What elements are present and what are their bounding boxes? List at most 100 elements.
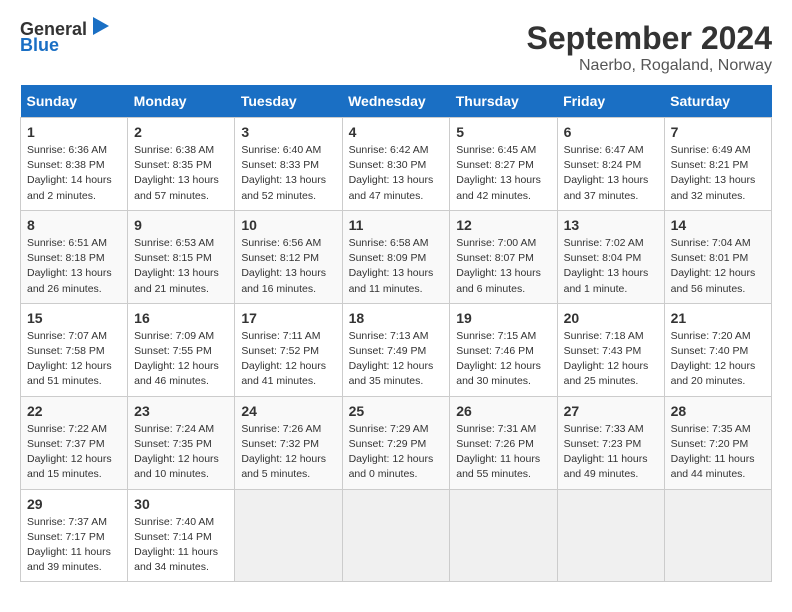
- day-info: Sunrise: 7:31 AMSunset: 7:26 PMDaylight:…: [456, 422, 550, 483]
- day-info: Sunrise: 7:09 AMSunset: 7:55 PMDaylight:…: [134, 329, 228, 390]
- table-row: 18 Sunrise: 7:13 AMSunset: 7:49 PMDayligh…: [342, 303, 450, 396]
- day-info: Sunrise: 7:04 AMSunset: 8:01 PMDaylight:…: [671, 236, 765, 297]
- day-info: Sunrise: 7:00 AMSunset: 8:07 PMDaylight:…: [456, 236, 550, 297]
- day-info: Sunrise: 7:22 AMSunset: 7:37 PMDaylight:…: [27, 422, 121, 483]
- day-info: Sunrise: 6:58 AMSunset: 8:09 PMDaylight:…: [349, 236, 444, 297]
- day-number: 3: [241, 124, 335, 140]
- calendar-week-2: 8 Sunrise: 6:51 AMSunset: 8:18 PMDaylight…: [21, 210, 772, 303]
- table-row: 12 Sunrise: 7:00 AMSunset: 8:07 PMDayligh…: [450, 210, 557, 303]
- day-info: Sunrise: 7:20 AMSunset: 7:40 PMDaylight:…: [671, 329, 765, 390]
- day-number: 21: [671, 310, 765, 326]
- day-info: Sunrise: 6:40 AMSunset: 8:33 PMDaylight:…: [241, 143, 335, 204]
- day-number: 18: [349, 310, 444, 326]
- day-info: Sunrise: 7:11 AMSunset: 7:52 PMDaylight:…: [241, 329, 335, 390]
- table-row: 4 Sunrise: 6:42 AMSunset: 8:30 PMDaylight…: [342, 118, 450, 211]
- day-info: Sunrise: 7:29 AMSunset: 7:29 PMDaylight:…: [349, 422, 444, 483]
- day-number: 7: [671, 124, 765, 140]
- table-row: 30 Sunrise: 7:40 AMSunset: 7:14 PMDayligh…: [128, 489, 235, 582]
- table-row: 13 Sunrise: 7:02 AMSunset: 8:04 PMDayligh…: [557, 210, 664, 303]
- day-number: 5: [456, 124, 550, 140]
- table-row: [235, 489, 342, 582]
- day-info: Sunrise: 7:13 AMSunset: 7:49 PMDaylight:…: [349, 329, 444, 390]
- day-number: 2: [134, 124, 228, 140]
- day-number: 4: [349, 124, 444, 140]
- calendar-week-5: 29 Sunrise: 7:37 AMSunset: 7:17 PMDayligh…: [21, 489, 772, 582]
- day-info: Sunrise: 7:07 AMSunset: 7:58 PMDaylight:…: [27, 329, 121, 390]
- calendar-table: Sunday Monday Tuesday Wednesday Thursday…: [20, 85, 772, 582]
- day-number: 8: [27, 217, 121, 233]
- table-row: 6Sunrise: 6:47 AMSunset: 8:24 PMDaylight…: [557, 118, 664, 211]
- table-row: 20 Sunrise: 7:18 AMSunset: 7:43 PMDayligh…: [557, 303, 664, 396]
- day-info: Sunrise: 6:45 AMSunset: 8:27 PMDaylight:…: [456, 143, 550, 204]
- header-tuesday: Tuesday: [235, 85, 342, 118]
- table-row: 1Sunrise: 6:36 AMSunset: 8:38 PMDaylight…: [21, 118, 128, 211]
- table-row: 22 Sunrise: 7:22 AMSunset: 7:37 PMDayligh…: [21, 396, 128, 489]
- table-row: 8 Sunrise: 6:51 AMSunset: 8:18 PMDaylight…: [21, 210, 128, 303]
- table-row: 19 Sunrise: 7:15 AMSunset: 7:46 PMDayligh…: [450, 303, 557, 396]
- table-row: 26 Sunrise: 7:31 AMSunset: 7:26 PMDayligh…: [450, 396, 557, 489]
- table-row: 11 Sunrise: 6:58 AMSunset: 8:09 PMDayligh…: [342, 210, 450, 303]
- calendar-week-4: 22 Sunrise: 7:22 AMSunset: 7:37 PMDayligh…: [21, 396, 772, 489]
- header-wednesday: Wednesday: [342, 85, 450, 118]
- day-number: 19: [456, 310, 550, 326]
- day-number: 17: [241, 310, 335, 326]
- day-info: Sunrise: 7:18 AMSunset: 7:43 PMDaylight:…: [564, 329, 658, 390]
- day-info: Sunrise: 6:53 AMSunset: 8:15 PMDaylight:…: [134, 236, 228, 297]
- day-number: 10: [241, 217, 335, 233]
- header-sunday: Sunday: [21, 85, 128, 118]
- day-number: 13: [564, 217, 658, 233]
- day-info: Sunrise: 6:38 AMSunset: 8:35 PMDaylight:…: [134, 143, 228, 204]
- day-number: 22: [27, 403, 121, 419]
- day-info: Sunrise: 7:40 AMSunset: 7:14 PMDaylight:…: [134, 515, 228, 576]
- table-row: 24 Sunrise: 7:26 AMSunset: 7:32 PMDayligh…: [235, 396, 342, 489]
- day-number: 12: [456, 217, 550, 233]
- day-info: Sunrise: 7:02 AMSunset: 8:04 PMDaylight:…: [564, 236, 658, 297]
- day-number: 25: [349, 403, 444, 419]
- day-number: 26: [456, 403, 550, 419]
- day-info: Sunrise: 7:26 AMSunset: 7:32 PMDaylight:…: [241, 422, 335, 483]
- day-info: Sunrise: 7:35 AMSunset: 7:20 PMDaylight:…: [671, 422, 765, 483]
- day-info: Sunrise: 7:37 AMSunset: 7:17 PMDaylight:…: [27, 515, 121, 576]
- table-row: 16 Sunrise: 7:09 AMSunset: 7:55 PMDayligh…: [128, 303, 235, 396]
- table-row: 3 Sunrise: 6:40 AMSunset: 8:33 PMDaylight…: [235, 118, 342, 211]
- day-number: 23: [134, 403, 228, 419]
- header-friday: Friday: [557, 85, 664, 118]
- day-number: 20: [564, 310, 658, 326]
- table-row: [450, 489, 557, 582]
- header-monday: Monday: [128, 85, 235, 118]
- header-thursday: Thursday: [450, 85, 557, 118]
- day-number: 29: [27, 496, 121, 512]
- calendar-week-3: 15 Sunrise: 7:07 AMSunset: 7:58 PMDayligh…: [21, 303, 772, 396]
- day-info: Sunrise: 6:51 AMSunset: 8:18 PMDaylight:…: [27, 236, 121, 297]
- day-number: 24: [241, 403, 335, 419]
- day-info: Sunrise: 6:36 AMSunset: 8:38 PMDaylight:…: [27, 143, 121, 204]
- day-number: 6: [564, 124, 658, 140]
- table-row: 7Sunrise: 6:49 AMSunset: 8:21 PMDaylight…: [664, 118, 771, 211]
- table-row: [664, 489, 771, 582]
- day-info: Sunrise: 6:42 AMSunset: 8:30 PMDaylight:…: [349, 143, 444, 204]
- table-row: [557, 489, 664, 582]
- logo: General Blue: [20, 20, 111, 56]
- day-number: 11: [349, 217, 444, 233]
- table-row: 9 Sunrise: 6:53 AMSunset: 8:15 PMDaylight…: [128, 210, 235, 303]
- day-number: 15: [27, 310, 121, 326]
- table-row: 17 Sunrise: 7:11 AMSunset: 7:52 PMDayligh…: [235, 303, 342, 396]
- day-number: 30: [134, 496, 228, 512]
- day-number: 9: [134, 217, 228, 233]
- table-row: 21 Sunrise: 7:20 AMSunset: 7:40 PMDayligh…: [664, 303, 771, 396]
- table-row: 25 Sunrise: 7:29 AMSunset: 7:29 PMDayligh…: [342, 396, 450, 489]
- table-row: 27Sunrise: 7:33 AMSunset: 7:23 PMDayligh…: [557, 396, 664, 489]
- table-row: 10 Sunrise: 6:56 AMSunset: 8:12 PMDayligh…: [235, 210, 342, 303]
- table-row: 29 Sunrise: 7:37 AMSunset: 7:17 PMDayligh…: [21, 489, 128, 582]
- table-row: [342, 489, 450, 582]
- day-info: Sunrise: 6:56 AMSunset: 8:12 PMDaylight:…: [241, 236, 335, 297]
- table-row: 2 Sunrise: 6:38 AMSunset: 8:35 PMDaylight…: [128, 118, 235, 211]
- table-row: 5 Sunrise: 6:45 AMSunset: 8:27 PMDaylight…: [450, 118, 557, 211]
- day-number: 16: [134, 310, 228, 326]
- logo-arrow-icon: [89, 15, 111, 37]
- day-info: Sunrise: 7:33 AMSunset: 7:23 PMDaylight:…: [564, 422, 658, 483]
- table-row: 23 Sunrise: 7:24 AMSunset: 7:35 PMDayligh…: [128, 396, 235, 489]
- table-row: 28Sunrise: 7:35 AMSunset: 7:20 PMDayligh…: [664, 396, 771, 489]
- day-info: Sunrise: 7:15 AMSunset: 7:46 PMDaylight:…: [456, 329, 550, 390]
- day-info: Sunrise: 7:24 AMSunset: 7:35 PMDaylight:…: [134, 422, 228, 483]
